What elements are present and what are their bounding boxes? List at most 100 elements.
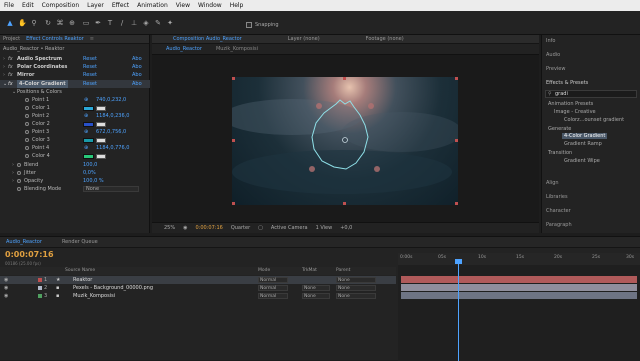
prop-value[interactable]: 100,0 % [83, 177, 104, 185]
stopwatch-icon[interactable] [17, 179, 21, 183]
region-of-interest-icon[interactable]: ▢ [258, 225, 263, 231]
color-row[interactable]: Color 3 [0, 136, 150, 144]
effects-search-field[interactable]: ⚲ gradi [545, 90, 637, 98]
tab-composition[interactable]: Composition Audio_Reactor [173, 36, 242, 42]
color-swatch[interactable] [83, 121, 94, 127]
color-row[interactable]: Color 2 [0, 120, 150, 128]
menu-file[interactable]: File [4, 2, 14, 9]
layer-row[interactable]: ◉ 1 ★ Reaktor Normal None [0, 276, 396, 284]
reset-link[interactable]: Reset [83, 71, 97, 79]
timeline-tracks[interactable]: 0:00s 05s 10s 15s 20s 25s 30s [398, 253, 640, 361]
reset-link[interactable]: Reset [83, 80, 97, 88]
stopwatch-icon[interactable] [25, 154, 29, 158]
color-swatch[interactable] [83, 137, 94, 143]
column-parent[interactable]: Parent [336, 267, 350, 275]
crosshair-icon[interactable]: ⊕ [84, 128, 88, 136]
visibility-icon[interactable]: ◉ [4, 284, 8, 292]
puppet-tool-icon[interactable]: ✦ [166, 19, 174, 27]
panel-preview[interactable]: Preview [546, 66, 565, 72]
expand-arrow-icon[interactable]: › [3, 71, 5, 79]
stopwatch-icon[interactable] [17, 171, 21, 175]
menu-help[interactable]: Help [230, 2, 244, 9]
layer-name[interactable]: Muzik_Komposisi [73, 292, 115, 300]
hand-tool-icon[interactable]: ✋ [18, 19, 27, 27]
stopwatch-icon[interactable] [25, 98, 29, 102]
column-source-name[interactable]: Source Name [65, 267, 95, 275]
tab-layer[interactable]: Layer (none) [288, 36, 320, 42]
panel-audio[interactable]: Audio [546, 52, 560, 58]
tab-render-queue[interactable]: Render Queue [62, 239, 98, 245]
property-group[interactable]: ⌄ Positions & Colors [0, 88, 150, 96]
stopwatch-icon[interactable] [25, 146, 29, 150]
collapse-arrow-icon[interactable]: ⌄ [3, 80, 7, 88]
stopwatch-icon[interactable] [25, 130, 29, 134]
point-value[interactable]: 740,0,232,0 [96, 96, 126, 104]
color-row[interactable]: Color 1 [0, 104, 150, 112]
tree-item[interactable]: Colorz...ounset gradient [564, 117, 624, 123]
parent-dropdown[interactable]: None [336, 293, 376, 299]
color-swatch[interactable] [83, 153, 94, 159]
collapse-arrow-icon[interactable]: ⌄ [12, 88, 16, 96]
point-value[interactable]: 1184,0,236,0 [96, 112, 129, 120]
tab-effect-controls[interactable]: Effect Controls Reaktor [26, 36, 84, 42]
eyedropper-icon[interactable] [96, 121, 106, 127]
brush-tool-icon[interactable]: / [118, 19, 126, 27]
mode-dropdown[interactable]: Normal [258, 277, 288, 283]
menu-composition[interactable]: Composition [42, 2, 79, 9]
type-tool-icon[interactable]: T [106, 19, 114, 27]
tab-project[interactable]: Project [3, 36, 20, 42]
crosshair-icon[interactable]: ⊕ [84, 144, 88, 152]
about-link[interactable]: Abo [132, 63, 142, 71]
blend-row[interactable]: › Blend 100,0 [0, 161, 150, 169]
point-row[interactable]: Point 4 ⊕ 1184,0,776,0 [0, 144, 150, 152]
current-time-display[interactable]: 0:00:07:16 [5, 250, 54, 259]
pan-behind-tool-icon[interactable]: ⊕ [68, 19, 76, 27]
selection-tool-icon[interactable]: ▲ [6, 19, 14, 27]
prop-value[interactable]: 100,0 [83, 161, 97, 169]
point-row[interactable]: Point 1 ⊕ 740,0,232,0 [0, 96, 150, 104]
snapshot-icon[interactable]: ◉ [183, 225, 187, 231]
rotate-tool-icon[interactable]: ↻ [44, 19, 52, 27]
layer-row[interactable]: ◉ 2 ▪ Pexels - Background_00000.png Norm… [0, 284, 396, 292]
color-swatch[interactable] [83, 105, 94, 111]
layer-bar-background[interactable] [401, 284, 637, 291]
effect-row-selected[interactable]: ⌄ fx 4-Color Gradient Reset Abo [0, 80, 150, 88]
crosshair-icon[interactable]: ⊕ [84, 112, 88, 120]
menu-layer[interactable]: Layer [87, 2, 104, 9]
label-color[interactable] [38, 286, 42, 290]
label-color[interactable] [38, 294, 42, 298]
tree-folder[interactable]: Transition [548, 150, 572, 156]
panel-menu-icon[interactable]: ≡ [90, 36, 94, 42]
eyedropper-icon[interactable] [96, 153, 106, 159]
fx-icon[interactable]: fx [8, 80, 13, 88]
visibility-icon[interactable]: ◉ [4, 276, 8, 284]
panel-info[interactable]: Info [546, 38, 555, 44]
stopwatch-icon[interactable] [25, 122, 29, 126]
crosshair-icon[interactable]: ⊕ [84, 96, 88, 104]
menu-view[interactable]: View [176, 2, 190, 9]
playhead[interactable] [458, 259, 459, 361]
point-value[interactable]: 1184,0,776,0 [96, 144, 129, 152]
parent-dropdown[interactable]: None [336, 277, 376, 283]
viewer-timecode[interactable]: 0:00:07:16 [196, 225, 223, 231]
audio-icon[interactable]: ◉ [4, 292, 8, 300]
panel-paragraph[interactable]: Paragraph [546, 222, 572, 228]
tree-item[interactable]: Gradient Wipe [564, 158, 600, 164]
stopwatch-icon[interactable] [25, 138, 29, 142]
snapping-checkbox[interactable] [246, 22, 252, 28]
layer-bar-reaktor[interactable] [401, 276, 637, 283]
pen-tool-icon[interactable]: ✒ [94, 19, 102, 27]
reset-link[interactable]: Reset [83, 55, 97, 63]
expand-arrow-icon[interactable]: › [12, 169, 14, 177]
color-row[interactable]: Color 4 [0, 152, 150, 160]
view-layout-dropdown[interactable]: 1 View [316, 225, 333, 231]
eyedropper-icon[interactable] [96, 105, 106, 111]
panel-libraries[interactable]: Libraries [546, 194, 568, 200]
point-value[interactable]: 672,0,756,0 [96, 128, 126, 136]
tab-timeline-audio-reactor[interactable]: Audio_Reactor [6, 239, 42, 245]
parent-dropdown[interactable]: None [336, 285, 376, 291]
about-link[interactable]: Abo [132, 71, 142, 79]
expand-arrow-icon[interactable]: › [3, 55, 5, 63]
stopwatch-icon[interactable] [17, 163, 21, 167]
stopwatch-icon[interactable] [25, 106, 29, 110]
